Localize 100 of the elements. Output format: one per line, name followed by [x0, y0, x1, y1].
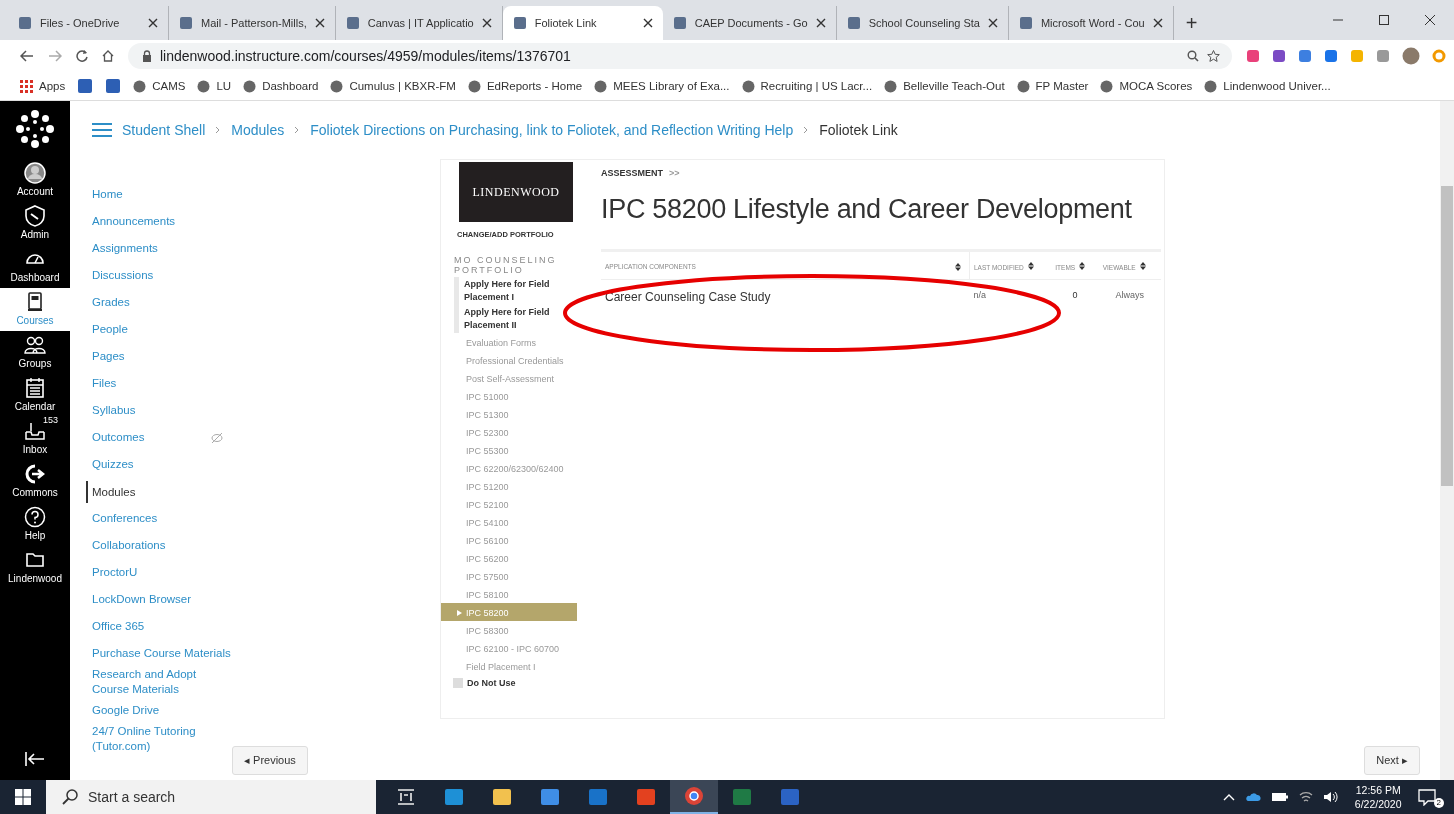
bookmark-link[interactable]: FP Master — [1016, 79, 1089, 93]
portfolio-section-link[interactable]: IPC 51300 — [441, 405, 577, 423]
home-icon[interactable] — [102, 50, 114, 62]
global-nav-item[interactable]: Calendar — [0, 374, 70, 417]
extension-icon[interactable] — [1376, 49, 1390, 63]
speaker-icon[interactable] — [1322, 791, 1339, 803]
avatar-icon[interactable] — [1402, 47, 1420, 65]
course-nav-link[interactable]: Office 365 — [90, 619, 145, 634]
close-icon[interactable] — [148, 18, 158, 28]
portfolio-section-link[interactable]: Field Placement I — [441, 657, 577, 675]
course-nav-link[interactable]: Home — [90, 187, 123, 202]
close-icon[interactable] — [1152, 18, 1163, 28]
portfolio-section-link[interactable]: IPC 57500 — [441, 567, 577, 585]
portfolio-section-link[interactable]: Apply Here for Field Placement I — [454, 277, 577, 305]
portfolio-section-link[interactable]: IPC 56100 — [441, 531, 577, 549]
course-nav-link[interactable]: Pages — [90, 349, 125, 364]
breadcrumb-link[interactable]: Student Shell — [122, 122, 206, 138]
bookmark-link[interactable]: MOCA Scores — [1100, 79, 1193, 93]
extension-icon[interactable] — [1272, 49, 1286, 63]
course-nav-link[interactable]: People — [90, 322, 128, 337]
bookmark-icon[interactable] — [77, 78, 94, 94]
taskbar-search-field[interactable]: Start a search — [46, 780, 376, 814]
extension-icon[interactable] — [1246, 49, 1260, 63]
clock[interactable]: 12:56 PM 6/22/2020 — [1348, 783, 1408, 811]
global-nav-item[interactable]: Account — [0, 159, 70, 202]
course-nav-link[interactable]: Grades — [90, 295, 130, 310]
global-nav-item[interactable]: Lindenwood — [0, 546, 70, 589]
bookmark-link[interactable]: MEES Library of Exa... — [594, 79, 730, 93]
portfolio-section-link[interactable]: Post Self-Assessment — [441, 369, 577, 387]
course-nav-link[interactable]: Syllabus — [90, 403, 136, 418]
course-nav-link[interactable]: Purchase Course Materials — [90, 646, 231, 661]
wifi-icon[interactable] — [1298, 791, 1313, 803]
course-nav-link[interactable]: LockDown Browser — [90, 592, 192, 607]
close-icon[interactable] — [642, 18, 653, 28]
course-nav-link[interactable]: Collaborations — [90, 538, 166, 553]
global-nav-item[interactable]: Admin — [0, 202, 70, 245]
bookmark-link[interactable]: Cumulus | KBXR-FM — [330, 79, 456, 93]
bookmark-link[interactable]: Lindenwood Univer... — [1204, 79, 1331, 93]
course-nav-link[interactable]: Conferences — [90, 511, 158, 526]
portfolio-section-link[interactable]: Apply Here for Field Placement II — [454, 305, 577, 333]
new-tab-button[interactable]: + — [1173, 6, 1210, 40]
close-icon[interactable] — [314, 18, 325, 28]
portfolio-section-link[interactable]: IPC 51200 — [441, 477, 577, 495]
bookmark-link[interactable]: Belleville Teach-Out — [884, 79, 1005, 93]
course-nav-link[interactable]: Files — [90, 376, 117, 391]
course-nav-link[interactable]: Assignments — [90, 241, 158, 256]
cloud-icon[interactable] — [1244, 792, 1261, 802]
close-icon[interactable] — [1424, 14, 1436, 26]
browser-tab[interactable]: Foliotek Link — [502, 6, 663, 40]
bookmark-link[interactable]: Dashboard — [243, 79, 319, 93]
global-nav-item[interactable]: Groups — [0, 331, 70, 374]
portfolio-section-link[interactable]: IPC 62100 - IPC 60700 — [441, 639, 577, 657]
portfolio-section-link[interactable]: IPC 62200/62300/62400 — [441, 459, 577, 477]
notification-icon[interactable] — [1417, 788, 1436, 806]
course-nav-link[interactable]: 24/7 Online Tutoring (Tutor.com) — [90, 724, 232, 754]
app-icon[interactable] — [670, 780, 718, 814]
global-nav-item[interactable]: Dashboard — [0, 245, 70, 288]
global-nav-item[interactable]: Commons — [0, 460, 70, 503]
portfolio-section-link[interactable]: IPC 58100 — [441, 585, 577, 603]
battery-icon[interactable] — [1270, 792, 1289, 802]
portfolio-section-link[interactable]: IPC 51000 — [441, 387, 577, 405]
portfolio-section-link[interactable]: IPC 52100 — [441, 495, 577, 513]
breadcrumb-link[interactable]: ASSESSMENT — [601, 168, 663, 178]
previous-button[interactable]: ◂ Previous — [232, 746, 308, 775]
close-icon[interactable] — [815, 18, 826, 28]
bookmark-link[interactable]: Recruiting | US Lacr... — [741, 79, 873, 93]
bookmark-icon[interactable] — [105, 78, 122, 94]
bookmark-link[interactable]: LU — [197, 79, 232, 93]
breadcrumb-link[interactable]: Modules — [231, 122, 285, 138]
bookmark-link[interactable]: EdReports - Home — [467, 79, 583, 93]
back-arrow-icon[interactable] — [20, 50, 34, 62]
zoom-icon[interactable] — [1187, 50, 1199, 62]
reload-icon[interactable] — [76, 50, 88, 62]
global-nav-item[interactable]: Help — [0, 503, 70, 546]
portfolio-section-link[interactable]: Professional Credentials — [441, 351, 577, 369]
maximize-icon[interactable] — [1378, 14, 1390, 26]
extension-icon[interactable] — [1324, 49, 1338, 63]
portfolio-section-link[interactable]: IPC 58300 — [441, 621, 577, 639]
portfolio-section-link[interactable]: IPC 56200 — [441, 549, 577, 567]
menu-icon[interactable] — [92, 123, 112, 137]
close-icon[interactable] — [481, 18, 492, 28]
portfolio-section-link[interactable]: IPC 52300 — [441, 423, 577, 441]
scrollbar[interactable] — [1440, 101, 1454, 780]
course-nav-link[interactable]: Research and Adopt Course Materials — [90, 667, 232, 697]
portfolio-section-link[interactable]: IPC 55300 — [441, 441, 577, 459]
course-nav-link[interactable]: Outcomes — [90, 430, 145, 445]
global-nav-item[interactable]: 153 Inbox — [0, 417, 70, 460]
course-nav-link[interactable]: Modules — [86, 480, 136, 503]
caret-up-icon[interactable] — [1222, 793, 1235, 801]
star-icon[interactable] — [1207, 50, 1220, 62]
bookmark-link[interactable]: Apps — [20, 79, 66, 93]
course-nav-link[interactable]: Google Drive — [90, 703, 160, 718]
course-nav-link[interactable]: Discussions — [90, 268, 154, 283]
logo-icon[interactable] — [15, 109, 55, 149]
portfolio-section-link[interactable]: Do Not Use — [441, 675, 577, 691]
bookmark-link[interactable]: CAMS — [133, 79, 186, 93]
collapse-arrow-icon[interactable] — [25, 752, 45, 766]
course-nav-link[interactable]: Announcements — [90, 214, 176, 229]
global-nav-item[interactable]: Courses — [0, 288, 70, 331]
breadcrumb-link[interactable]: Foliotek Directions on Purchasing, link to Foliotek, and Reflection Writing Help — [310, 122, 794, 138]
